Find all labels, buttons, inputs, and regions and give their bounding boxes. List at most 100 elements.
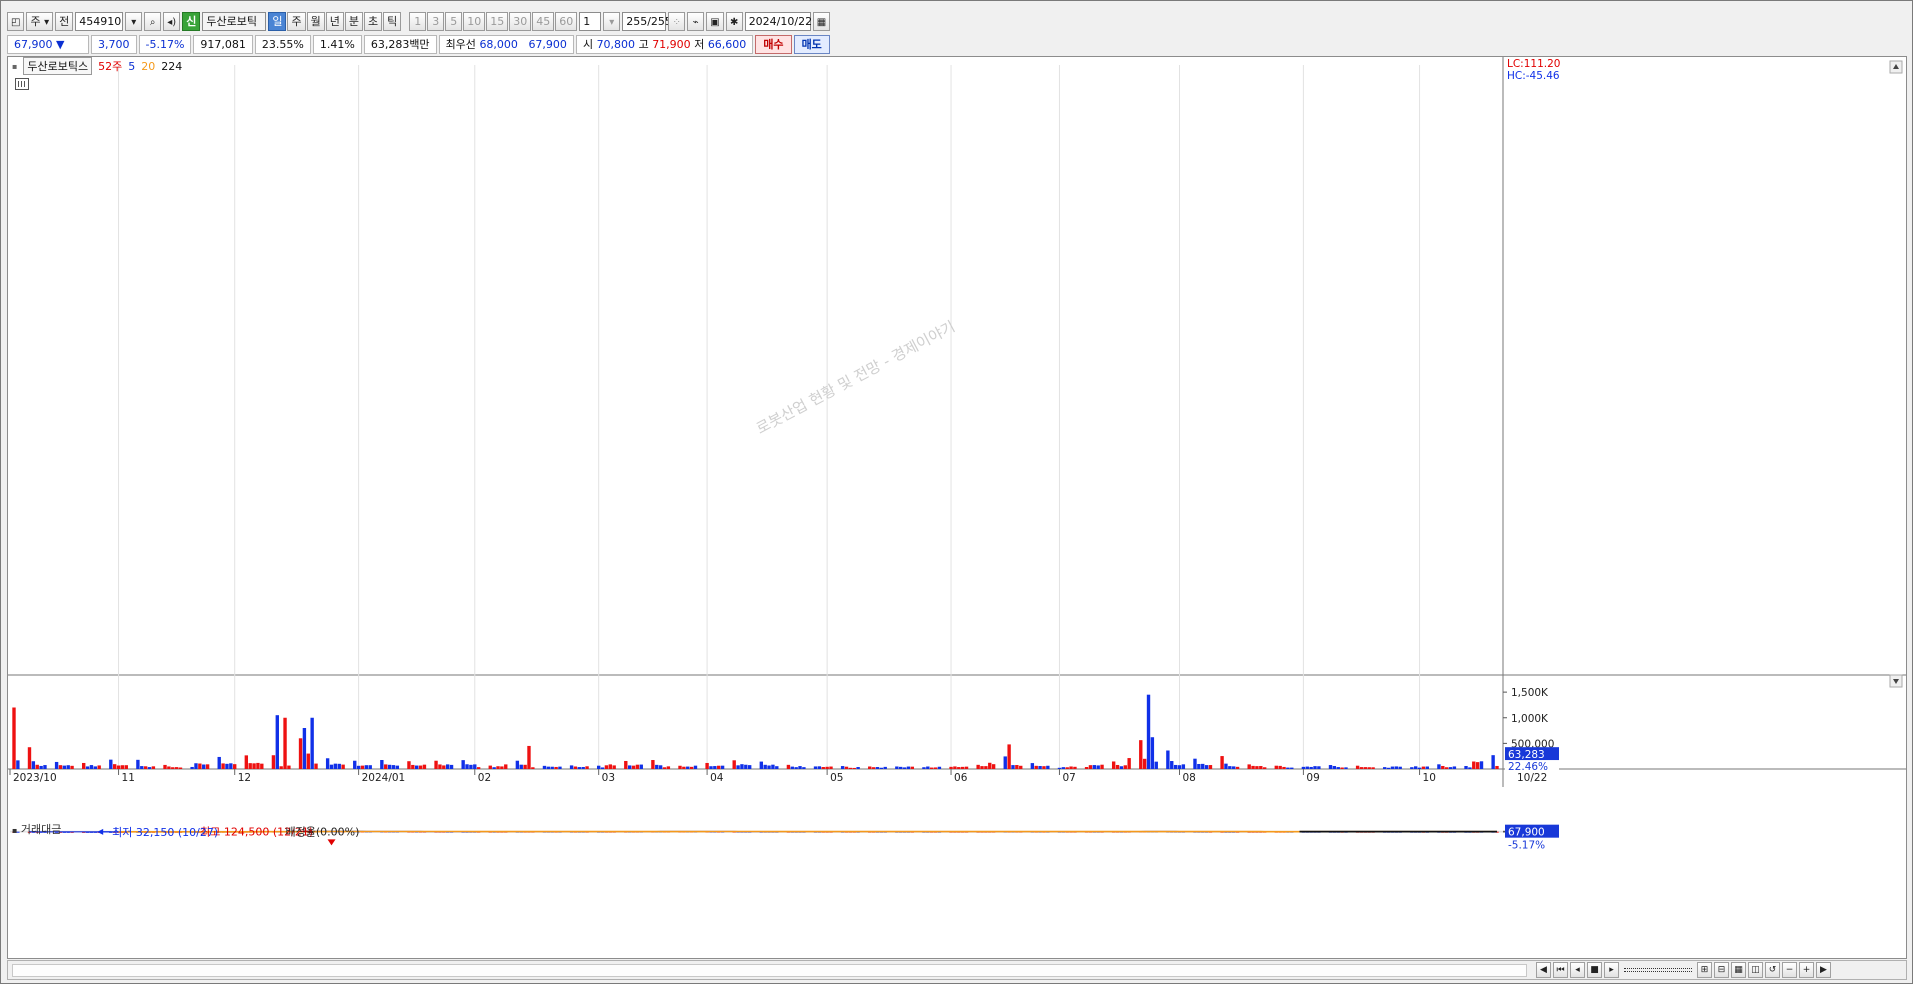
volume-bar (217, 756, 221, 769)
sell-button[interactable]: 매도 (793, 34, 830, 54)
volume-bar (387, 764, 392, 769)
interval-button[interactable]: 30 (509, 11, 532, 31)
volume-bar (531, 767, 535, 769)
volume-tick-label: 1,000K (1511, 713, 1549, 725)
volume-bar (124, 765, 128, 769)
price-value: 67,900 (14, 37, 53, 51)
scroll-left-icon[interactable]: ◀ (1536, 962, 1551, 978)
chart-type-selector[interactable]: 주 ▾ (26, 11, 54, 31)
interval-button[interactable]: 3 (427, 11, 445, 31)
legend-stock-name[interactable]: 두산로보틱스 (23, 57, 93, 75)
interval-button[interactable]: 45 (532, 11, 555, 31)
period-tab[interactable]: 초 (363, 11, 383, 31)
reset-icon[interactable]: ↺ (1765, 962, 1780, 978)
volume-bar (1278, 765, 1282, 769)
stop-icon[interactable]: ■ (1587, 962, 1602, 978)
volume-bar (1057, 767, 1062, 769)
period-tab[interactable]: 분 (344, 11, 363, 31)
save-button[interactable]: ▣ (706, 11, 724, 31)
count-input[interactable]: 255/255 (622, 11, 672, 31)
zoom-in-icon[interactable]: + (1799, 962, 1814, 978)
time-axis-label: 05 (830, 772, 843, 784)
legend-ma224[interactable]: 224 (161, 60, 182, 73)
zoom-slider[interactable] (1624, 968, 1692, 972)
grid-icon[interactable]: ▦ (1731, 962, 1746, 978)
volume-bar (279, 766, 283, 769)
volume-bar (1425, 766, 1429, 769)
time-axis-label: 03 (602, 772, 615, 784)
volume-panel-label[interactable]: 거래대금 (21, 823, 61, 836)
prev-page-icon[interactable]: ◂ (1570, 962, 1585, 978)
volume-bar (821, 767, 825, 769)
volume-bar (717, 765, 721, 769)
next-page-icon[interactable]: ▸ (1604, 962, 1619, 978)
interval-button[interactable]: 60 (555, 11, 578, 31)
volume-bar (1262, 767, 1267, 769)
volume-bar (256, 762, 260, 769)
link-button[interactable]: ⁘ (668, 11, 686, 31)
volume-bar (66, 765, 70, 769)
interval-buttons: 1 3 5 10 15 30 45 60 (409, 11, 578, 31)
volume-bar (829, 766, 833, 769)
volume-bar (523, 764, 527, 769)
period-tab[interactable]: 월 (306, 11, 325, 31)
volume-bar (70, 765, 74, 769)
calendar-button[interactable]: ▦ (812, 11, 831, 31)
volume-bar (627, 765, 632, 769)
code-dropdown-button[interactable]: ▾ (125, 11, 143, 31)
volume-bar (85, 766, 90, 769)
price-chart[interactable]: 30,00040,00050,00060,00070,00080,00090,0… (8, 57, 1906, 958)
time-axis-label: 11 (122, 772, 135, 784)
interval-button[interactable]: 10 (463, 11, 486, 31)
fit-icon[interactable]: ⊞ (1697, 962, 1712, 978)
volume-bar (1019, 765, 1023, 769)
down-arrow-icon: ▼ (56, 37, 65, 51)
period-tab[interactable]: 주 (287, 11, 306, 31)
volume-bar (624, 760, 628, 769)
volume-bar (353, 760, 357, 769)
volume-bar (488, 765, 492, 769)
volume-bar (1259, 766, 1263, 769)
stock-code-input[interactable]: 454910 (75, 11, 124, 31)
volume-bar (473, 764, 477, 769)
legend-ma5[interactable]: 5 (128, 60, 135, 73)
interval-button[interactable]: 5 (445, 11, 463, 31)
volume-bar (252, 763, 256, 769)
scroll-right-icon[interactable]: ▶ (1816, 962, 1831, 978)
sound-button[interactable]: ◂) (163, 11, 181, 31)
period-tab[interactable]: 년 (325, 11, 344, 31)
interval-button[interactable]: 1 (409, 11, 427, 31)
split-icon[interactable]: ⊟ (1714, 962, 1729, 978)
volume-bar (418, 765, 423, 769)
volume-bar (1007, 744, 1011, 769)
interval-button[interactable]: 15 (486, 11, 509, 31)
volume-bar (120, 765, 125, 769)
chart-area[interactable]: 30,00040,00050,00060,00070,00080,00090,0… (7, 56, 1907, 959)
date-input[interactable]: 2024/10/22 (744, 11, 812, 31)
period-tab[interactable]: 일 (268, 11, 287, 31)
zoom-out-icon[interactable]: − (1782, 962, 1797, 978)
first-page-icon[interactable]: ⏮ (1553, 962, 1568, 978)
chart-scrollbar[interactable] (12, 964, 1527, 977)
unit-dropdown[interactable]: ▾ (603, 11, 621, 31)
search-button[interactable]: ⌕ (144, 11, 162, 31)
overlay-icon[interactable]: ◫ (1748, 962, 1763, 978)
legend-52week[interactable]: 52주 (98, 58, 122, 74)
volume-bar (391, 765, 396, 769)
legend-ma20[interactable]: 20 (141, 60, 155, 73)
buy-button[interactable]: 매수 (755, 34, 792, 54)
volume-bar (922, 767, 926, 769)
indicator-button[interactable]: ⌁ (687, 11, 705, 31)
chart-statusbar: ◀ ⏮ ◂ ■ ▸ ⊞ ⊟ ▦ ◫ ↺ − + ▶ (7, 960, 1907, 980)
volume-bar (1208, 765, 1213, 769)
volume-bar (1441, 765, 1445, 769)
unit-input[interactable]: 1 (579, 11, 602, 31)
panel-toggle-icon[interactable] (15, 78, 29, 90)
volume-bar (1154, 761, 1158, 769)
settings-button[interactable]: ✱ (725, 11, 743, 31)
time-axis-label: 04 (710, 772, 724, 784)
window-menu-icon[interactable]: ◰ (7, 11, 25, 31)
period-tab[interactable]: 틱 (383, 11, 402, 31)
volume-bar (1034, 765, 1038, 769)
market-selector[interactable]: 전 (55, 11, 74, 31)
